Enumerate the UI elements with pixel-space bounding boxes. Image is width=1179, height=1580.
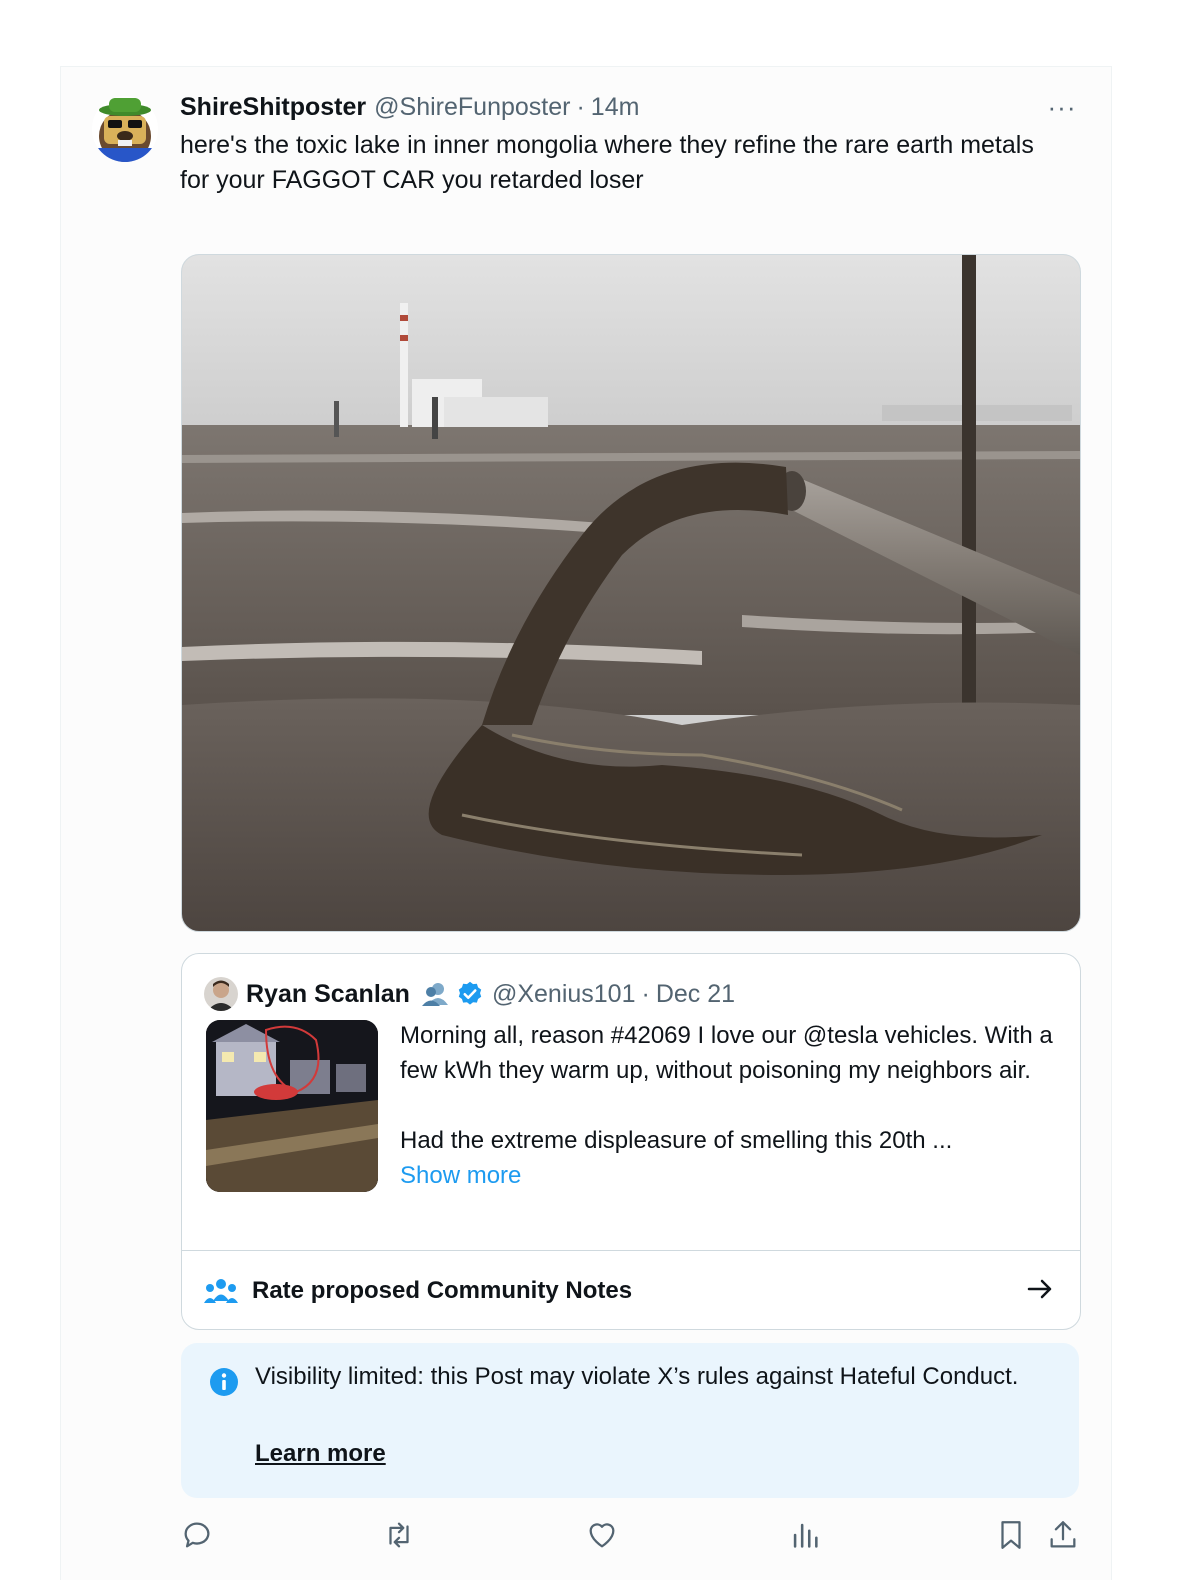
- learn-more-link[interactable]: Learn more: [255, 1440, 386, 1468]
- share-icon[interactable]: [1046, 1518, 1080, 1552]
- verified-badge-icon[interactable]: [456, 980, 484, 1008]
- author-handle[interactable]: @ShireFunposter: [374, 93, 570, 122]
- separator-dot: ·: [641, 979, 650, 1008]
- community-notes-icon: [204, 1277, 238, 1305]
- post-text: here's the toxic lake in inner mongolia …: [180, 131, 1034, 194]
- quoted-post[interactable]: Ryan Scanlan @Xenius101 · Dec 21 Morning…: [181, 953, 1081, 1330]
- separator-dot: ·: [576, 92, 585, 121]
- show-more-link[interactable]: Show more: [400, 1158, 1060, 1193]
- quoted-text-paragraph-1: Morning all, reason #42069 I love our @t…: [400, 1022, 1053, 1084]
- more-icon[interactable]: ···: [1042, 90, 1082, 124]
- author-avatar[interactable]: [92, 96, 158, 162]
- quoted-post-header: Ryan Scanlan @Xenius101 · Dec 21: [246, 976, 735, 1012]
- quoted-text-paragraph-2: Had the extreme displeasure of smelling …: [400, 1127, 953, 1154]
- visibility-notice: Visibility limited: this Post may violat…: [181, 1343, 1079, 1498]
- quoted-post-text: Morning all, reason #42069 I love our @t…: [400, 1018, 1060, 1193]
- like-icon[interactable]: [585, 1518, 619, 1552]
- reply-icon[interactable]: [180, 1518, 214, 1552]
- bookmark-icon[interactable]: [994, 1518, 1028, 1552]
- post-timestamp[interactable]: 14m: [591, 93, 640, 122]
- action-bar: [180, 1518, 1080, 1558]
- post-media-image[interactable]: [181, 254, 1081, 932]
- arrow-right-icon[interactable]: [1026, 1275, 1054, 1303]
- community-notes-bar[interactable]: Rate proposed Community Notes: [182, 1250, 1080, 1329]
- quoted-author-avatar[interactable]: [204, 977, 238, 1011]
- quoted-post-thumbnail[interactable]: [206, 1020, 378, 1192]
- affiliate-icon: [420, 981, 450, 1007]
- repost-icon[interactable]: [382, 1518, 416, 1552]
- post-header: ShireShitposter @ShireFunposter · 14m: [180, 90, 1109, 124]
- info-icon: [209, 1367, 239, 1397]
- more-options-label: ···: [1047, 91, 1077, 122]
- quoted-author-handle[interactable]: @Xenius101: [492, 980, 636, 1009]
- quoted-post-date[interactable]: Dec 21: [656, 980, 735, 1009]
- quoted-author-name[interactable]: Ryan Scanlan: [246, 980, 410, 1009]
- community-notes-label: Rate proposed Community Notes: [252, 1276, 633, 1304]
- author-display-name[interactable]: ShireShitposter: [180, 93, 366, 122]
- visibility-message: Visibility limited: this Post may violat…: [255, 1363, 1019, 1390]
- views-icon[interactable]: [788, 1518, 822, 1552]
